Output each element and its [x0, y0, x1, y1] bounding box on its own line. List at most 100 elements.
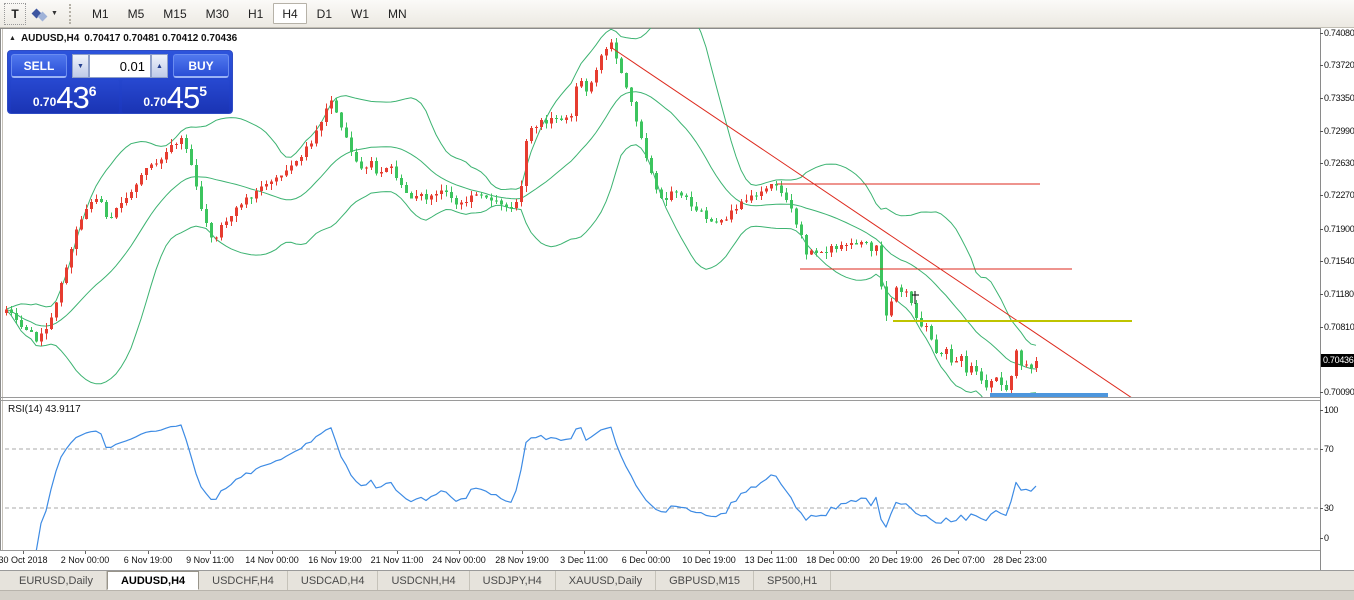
trade-panel-controls: SELL ▼ ▲ BUY: [11, 54, 229, 78]
time-axis-tick-mark: [23, 551, 24, 554]
sell-price-display[interactable]: 0.70 43 6: [11, 80, 119, 113]
time-axis-tick-mark: [459, 551, 460, 554]
toolbar: T ▼ M1 M5 M15 M30 H1 H4 D1 W1 MN: [0, 0, 1354, 28]
price-axis-tick: 0.72630: [1319, 158, 1354, 168]
price-axis-tick: 0.71900: [1319, 223, 1354, 234]
rsi-axis-tick: 100: [1319, 404, 1339, 415]
chart-tab-eurusd-daily[interactable]: EURUSD,Daily: [6, 571, 107, 590]
rsi-indicator-label: RSI(14) 43.9117: [8, 404, 81, 415]
chart-ohlc-values: 0.70417 0.70481 0.70412 0.70436: [84, 33, 238, 44]
time-axis-tick-mark: [210, 551, 211, 554]
current-price-tag: 0.70436: [1321, 354, 1354, 368]
price-axis-tick: 0.70090: [1319, 386, 1354, 397]
chart-tab-audusd-h4[interactable]: AUDUSD,H4: [106, 571, 200, 590]
time-axis-label: 28 Dec 23:00: [993, 555, 1047, 565]
time-axis-tick-mark: [522, 551, 523, 554]
chart-tab-usdcnh-h4[interactable]: USDCNH,H4: [378, 571, 470, 590]
volume-increase-button[interactable]: ▲: [151, 54, 168, 78]
sell-price-prefix: 0.70: [32, 95, 57, 109]
timeframe-button-mn[interactable]: MN: [379, 3, 416, 24]
time-axis-label: 28 Nov 19:00: [495, 555, 549, 565]
buy-price-sup: 5: [199, 83, 208, 99]
timeframe-button-d1[interactable]: D1: [308, 3, 341, 24]
time-axis-tick-mark: [1020, 551, 1021, 554]
time-axis-tick-mark: [958, 551, 959, 554]
chart-tab-xauusd-daily[interactable]: XAUUSD,Daily: [556, 571, 657, 590]
chart-title: ▲ AUDUSD,H4 0.70417 0.70481 0.70412 0.70…: [9, 33, 237, 44]
rsi-panel-separator[interactable]: [0, 397, 1320, 398]
sell-price-sup: 6: [88, 83, 97, 99]
time-axis[interactable]: 30 Oct 2018 2 Nov 00:00 6 Nov 19:00 9 Nov 1…: [0, 551, 1320, 570]
time-axis-label: 26 Dec 07:00: [931, 555, 985, 565]
mt4-terminal: T ▼ M1 M5 M15 M30 H1 H4 D1 W1 MN ▲ AUDUSD,H4 0.7…: [0, 0, 1354, 600]
time-axis-tick-mark: [335, 551, 336, 554]
chart-symbol-period: AUDUSD,H4: [20, 33, 80, 44]
chart-tab-gbpusd-m15[interactable]: GBPUSD,M15: [656, 571, 755, 590]
time-axis-tick-mark: [771, 551, 772, 554]
price-axis-tick: 0.73350: [1319, 93, 1354, 104]
sell-button[interactable]: SELL: [11, 54, 67, 78]
time-axis-label: 24 Nov 00:00: [432, 555, 486, 565]
time-axis-tick-mark: [85, 551, 86, 554]
text-tool-button[interactable]: T: [4, 2, 26, 25]
buy-price-prefix: 0.70: [143, 95, 167, 109]
price-axis-tick: 0.74080: [1319, 27, 1354, 38]
bottom-strip: [0, 590, 1354, 600]
rsi-indicator-canvas[interactable]: [0, 401, 1320, 550]
price-axis-tick: 0.73720: [1319, 59, 1354, 70]
objects-tool-button[interactable]: ▼: [28, 3, 63, 25]
price-axis-tick: 0.71180: [1320, 288, 1354, 299]
timeframe-toolbar: M1 M5 M15 M30 H1 H4 D1 W1 MN: [83, 3, 416, 24]
volume-input[interactable]: [89, 54, 151, 78]
timeframe-button-h1[interactable]: H1: [239, 3, 272, 24]
price-axis[interactable]: 0.74080 0.73720 0.73350 0.72990 0.72630 0.722…: [1319, 27, 1354, 570]
volume-decrease-button[interactable]: ▼: [72, 54, 89, 78]
time-axis-label: 13 Dec 11:00: [744, 555, 798, 565]
time-axis-tick-mark: [397, 551, 398, 554]
time-axis-label: 2 Nov 00:00: [60, 555, 110, 565]
rsi-axis-tick: 0: [1320, 532, 1329, 543]
timeframe-button-m30[interactable]: M30: [197, 3, 238, 24]
timeframe-button-h4[interactable]: H4: [273, 3, 307, 24]
one-click-panel-toggle[interactable]: ▲: [9, 35, 16, 42]
chart-tab-usdchf-h4[interactable]: USDCHF,H4: [199, 571, 288, 590]
time-axis-label: 10 Dec 19:00: [682, 555, 736, 565]
time-axis-tick-mark: [896, 551, 897, 554]
time-axis-label: 18 Dec 00:00: [806, 555, 860, 565]
timeframe-button-w1[interactable]: W1: [342, 3, 378, 24]
time-axis-tick-mark: [709, 551, 710, 554]
time-axis-label: 20 Dec 19:00: [869, 555, 923, 565]
dropdown-caret-icon: ▼: [51, 10, 58, 17]
chart-tab-usdjpy-h4[interactable]: USDJPY,H4: [470, 571, 556, 590]
time-axis-tick-mark: [833, 551, 834, 554]
time-axis-tick-mark: [584, 551, 585, 554]
time-axis-tick-mark: [272, 551, 273, 554]
time-axis-tick-mark: [646, 551, 647, 554]
price-axis-tick: 0.72990: [1319, 125, 1354, 136]
timeframe-button-m1[interactable]: M1: [83, 3, 118, 24]
time-axis-label: 6 Nov 19:00: [123, 555, 173, 565]
time-axis-label: 3 Dec 11:00: [560, 555, 608, 565]
diamond-icon: [37, 11, 48, 22]
sell-price-big: 43: [56, 80, 89, 115]
one-click-trading-panel: SELL ▼ ▲ BUY 0.70 43 6 0.70 45 5: [7, 50, 233, 114]
buy-price-big: 45: [166, 80, 200, 115]
price-axis-tick: 0.71540: [1319, 256, 1354, 267]
chart-tab-sp500-h1[interactable]: SP500,H1: [754, 571, 832, 590]
price-axis-tick: 0.72270: [1319, 190, 1354, 201]
time-axis-label: 14 Nov 00:00: [245, 555, 299, 565]
time-axis-label: 21 Nov 11:00: [370, 555, 424, 565]
time-axis-label: 16 Nov 19:00: [308, 555, 362, 565]
toolbar-separator: [68, 3, 75, 24]
rsi-axis-tick: 70: [1319, 443, 1334, 454]
chart-tab-bar: EURUSD,Daily AUDUSD,H4 USDCHF,H4 USDCAD,H4 U…: [0, 571, 1354, 590]
time-axis-label: 9 Nov 11:00: [186, 555, 234, 565]
timeframe-button-m5[interactable]: M5: [119, 3, 154, 24]
chart-tab-usdcad-h4[interactable]: USDCAD,H4: [288, 571, 379, 590]
buy-price-display[interactable]: 0.70 45 5: [121, 80, 229, 115]
buy-button[interactable]: BUY: [173, 54, 229, 78]
time-axis-label: 30 Oct 2018: [0, 555, 48, 565]
time-axis-label: 6 Dec 00:00: [621, 555, 671, 565]
rsi-axis-tick: 30: [1319, 502, 1334, 513]
timeframe-button-m15[interactable]: M15: [154, 3, 195, 24]
